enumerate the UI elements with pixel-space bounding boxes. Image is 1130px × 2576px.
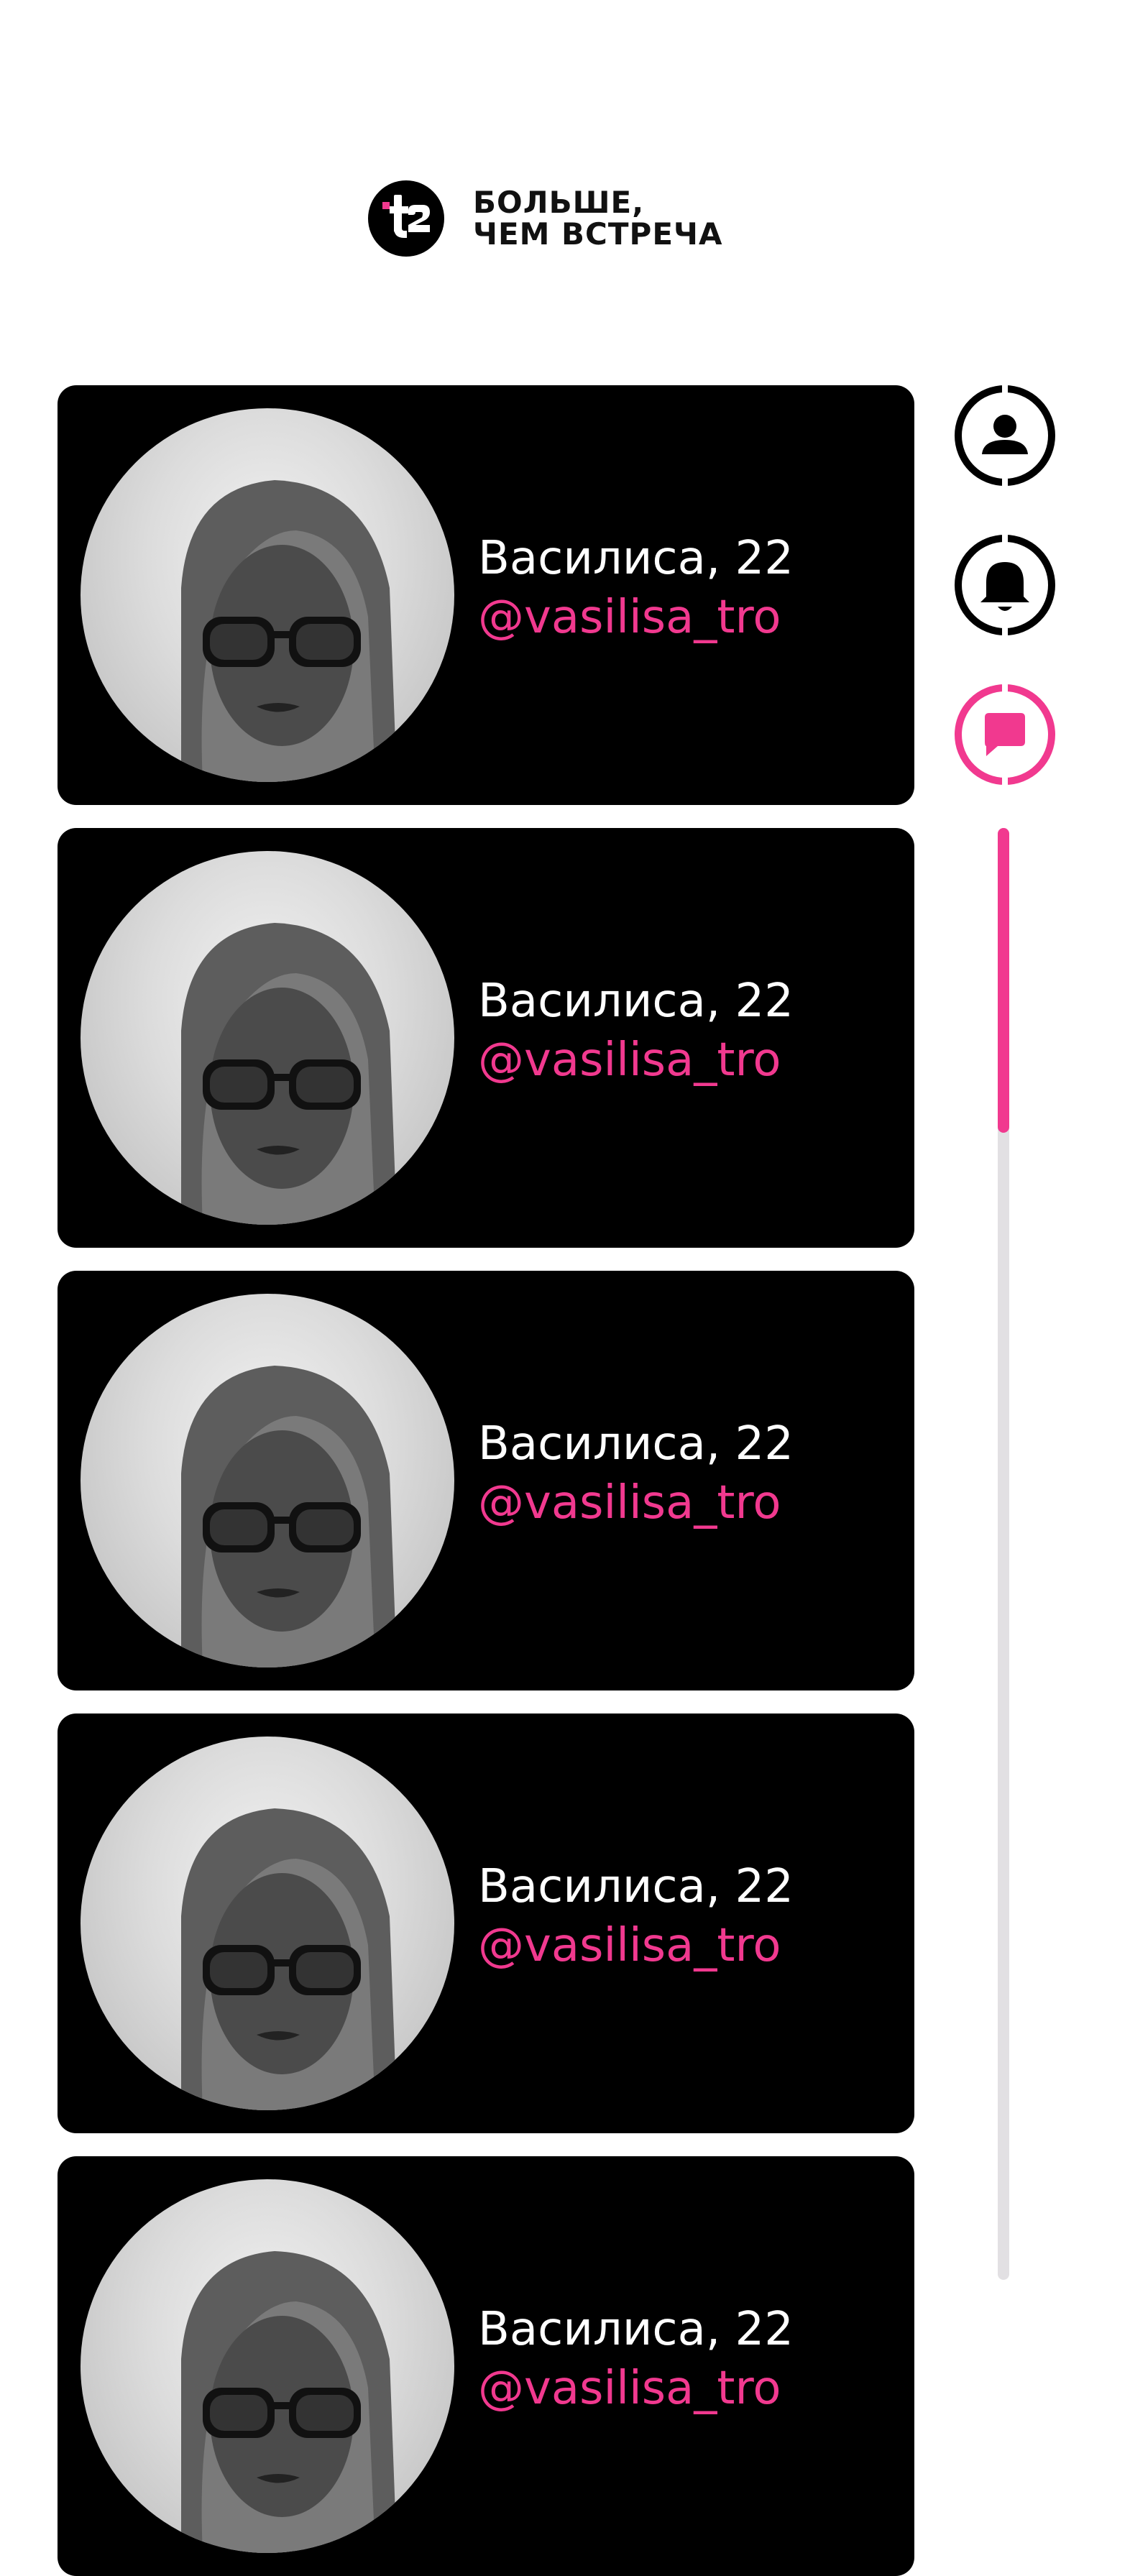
- avatar: [81, 1736, 454, 2110]
- profile-name: Василиса, 22: [478, 1417, 794, 1471]
- avatar: [81, 2179, 454, 2553]
- profile-info: Василиса, 22 @vasilisa_tro: [478, 2300, 794, 2418]
- chat-icon: [955, 684, 1055, 785]
- profile-info: Василиса, 22 @vasilisa_tro: [478, 1414, 794, 1532]
- profile-card[interactable]: Василиса, 22 @vasilisa_tro: [58, 2156, 914, 2576]
- t2-logo-icon: [368, 180, 444, 257]
- profile-card[interactable]: Василиса, 22 @vasilisa_tro: [58, 828, 914, 1248]
- chat-button[interactable]: [955, 684, 1055, 785]
- profile-name: Василиса, 22: [478, 2303, 794, 2356]
- slogan: БОЛЬШЕ, ЧЕМ ВСТРЕЧА: [473, 187, 722, 250]
- profile-handle-link[interactable]: @vasilisa_tro: [478, 2359, 794, 2418]
- bell-icon: [955, 535, 1055, 635]
- profile-name: Василиса, 22: [478, 1860, 794, 1913]
- scrollbar-track[interactable]: [998, 828, 1009, 2280]
- profile-handle-link[interactable]: @vasilisa_tro: [478, 1473, 794, 1532]
- notifications-button[interactable]: [955, 535, 1055, 635]
- profile-handle-link[interactable]: @vasilisa_tro: [478, 1031, 794, 1090]
- profile-handle-link[interactable]: @vasilisa_tro: [478, 1916, 794, 1975]
- profile-card[interactable]: Василиса, 22 @vasilisa_tro: [58, 1714, 914, 2133]
- profile-card[interactable]: Василиса, 22 @vasilisa_tro: [58, 1271, 914, 1690]
- slogan-line-2: ЧЕМ ВСТРЕЧА: [473, 216, 723, 252]
- profile-info: Василиса, 22 @vasilisa_tro: [478, 529, 794, 647]
- avatar: [81, 851, 454, 1225]
- profile-handle-link[interactable]: @vasilisa_tro: [478, 588, 794, 647]
- profile-name: Василиса, 22: [478, 975, 794, 1028]
- app-header: БОЛЬШЕ, ЧЕМ ВСТРЕЧА: [368, 180, 722, 257]
- profile-info: Василиса, 22 @vasilisa_tro: [478, 972, 794, 1090]
- profile-icon: [955, 385, 1055, 486]
- avatar: [81, 1294, 454, 1668]
- profile-name: Василиса, 22: [478, 532, 794, 585]
- profile-button[interactable]: [955, 385, 1055, 486]
- profile-info: Василиса, 22 @vasilisa_tro: [478, 1857, 794, 1975]
- scrollbar-thumb[interactable]: [998, 828, 1009, 1133]
- profile-card[interactable]: Василиса, 22 @vasilisa_tro: [58, 385, 914, 805]
- avatar: [81, 408, 454, 782]
- slogan-line-1: БОЛЬШЕ,: [473, 185, 645, 220]
